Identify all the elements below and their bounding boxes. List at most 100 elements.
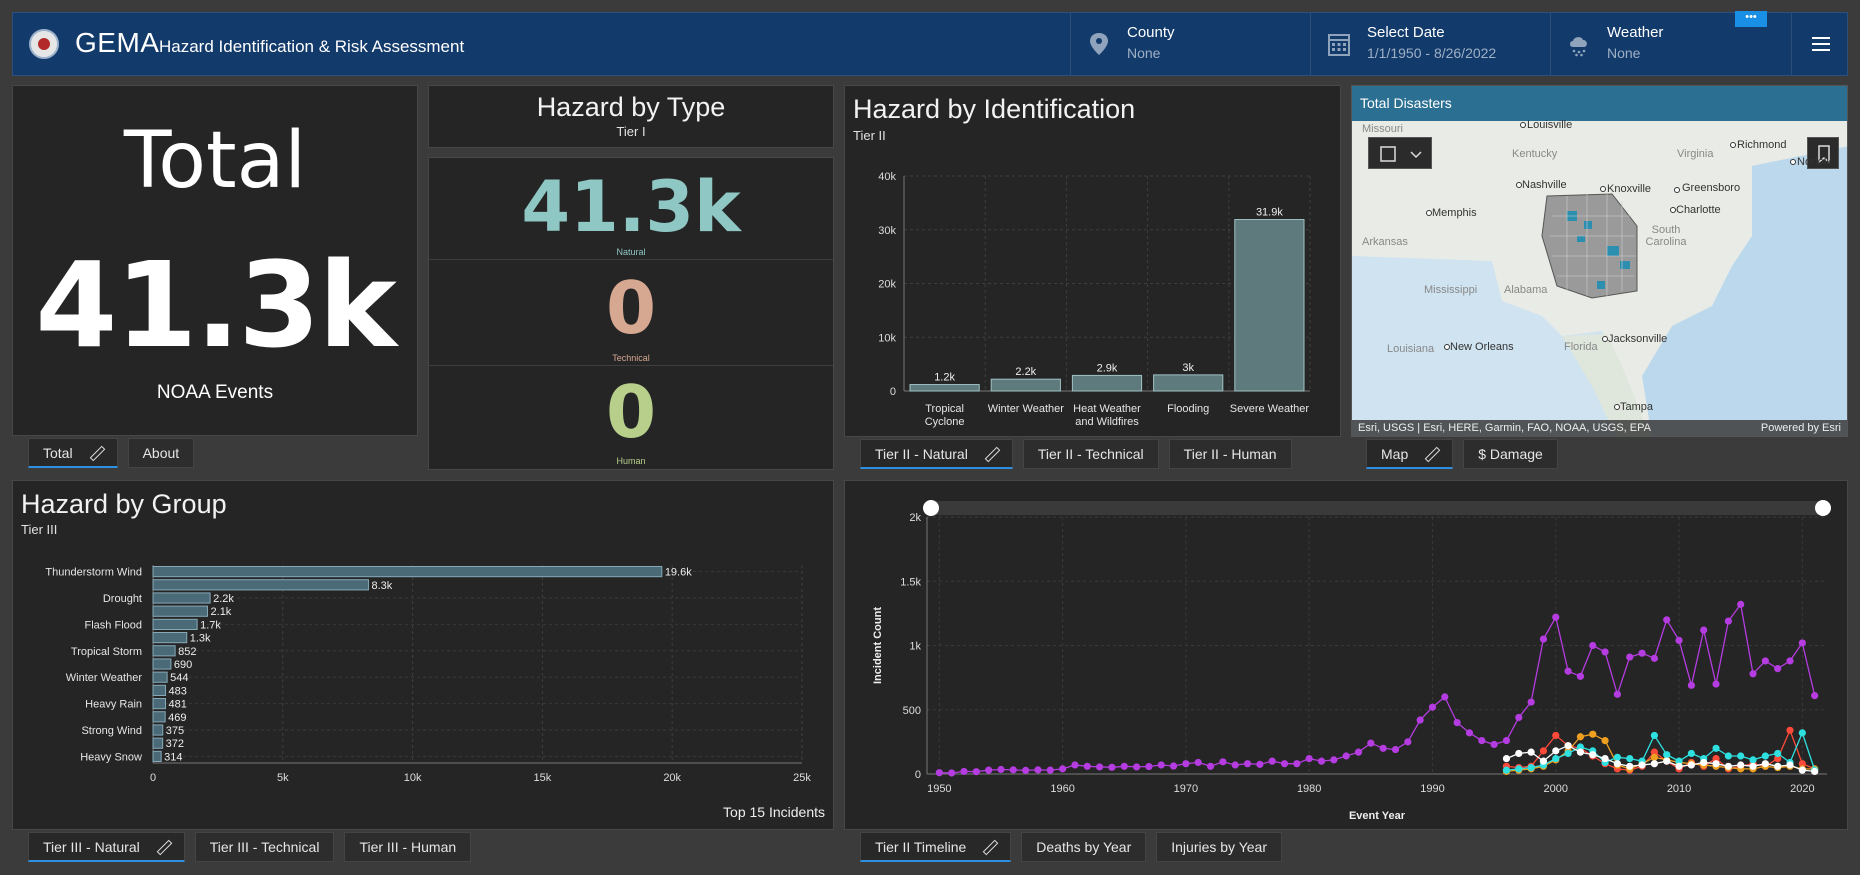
data-point [1169,762,1178,770]
category-label: Severe Weather [1230,403,1310,415]
category-label: Heavy Rain [85,699,142,711]
data-point [1737,761,1745,769]
data-point [1539,757,1548,765]
total-tabs: Total About [28,438,195,468]
x-tick-label: 10k [404,772,422,784]
date-selector[interactable]: Select Date 1/1/1950 - 8/26/2022 [1310,13,1550,75]
data-point [1527,698,1535,706]
data-point [1515,765,1523,773]
pencil-icon[interactable] [984,447,998,461]
tab-tier2-technical[interactable]: Tier II - Technical [1022,439,1159,469]
tab-about[interactable]: About [127,438,195,468]
data-point [1354,748,1363,756]
tab-tier2-human[interactable]: Tier II - Human [1168,439,1292,469]
group-footer: Top 15 Incidents [723,804,825,820]
map-layer-tool-button[interactable] [1368,137,1432,169]
data-point [1724,762,1732,770]
hazard-type-panel: 41.3k Natural 0 Technical 0 Human [428,157,834,470]
tab-deaths-by-year[interactable]: Deaths by Year [1021,832,1147,862]
pencil-icon[interactable] [89,446,103,460]
x-tick-label: 5k [277,772,289,784]
tab-tier2-timeline[interactable]: Tier II Timeline [860,832,1012,862]
county-value: None [1127,45,1161,61]
data-point [1515,713,1523,722]
city-marker [1614,404,1620,410]
data-point [1613,690,1622,698]
y-tick-label: 2k [909,512,921,524]
city-marker [1602,336,1608,342]
data-point [1798,729,1806,737]
hazard-identification-panel: Hazard by Identification Tier II 0 10k 20k… [844,85,1341,437]
city-marker [1674,187,1680,193]
map-place: Virginia [1677,148,1714,160]
data-point [1293,760,1301,768]
y-tick-label: 30k [878,225,896,237]
data-point [1145,762,1153,771]
bar-value-label: 19.6k [665,567,692,579]
x-tick-label: 1960 [1050,783,1074,795]
bar-value-label: 483 [169,685,187,697]
data-point [1034,766,1042,774]
tab-damage[interactable]: $ Damage [1463,439,1558,469]
tab-tier2-natural[interactable]: Tier II - Natural [860,439,1013,469]
data-point [1613,760,1622,768]
tab-tier3-human[interactable]: Tier III - Human [344,832,472,862]
tab-total[interactable]: Total [28,438,118,468]
data-point [1416,716,1424,724]
pencil-icon[interactable] [1424,447,1438,461]
y-tick-label: 10k [878,332,896,344]
data-point [1687,681,1695,689]
category-label: Winter Weather [66,672,143,684]
data-point [1724,617,1732,625]
county-selector[interactable]: County None [1070,13,1310,75]
tab-map[interactable]: Map [1366,439,1454,469]
bar-value-label: 1.7k [200,619,221,631]
data-point [1478,736,1486,745]
bar [152,566,663,578]
data-point [1663,751,1671,759]
more-options-button[interactable]: ••• [1735,11,1767,27]
tab-injuries-by-year[interactable]: Injuries by Year [1156,832,1282,862]
data-point [1502,736,1511,745]
data-point [1552,754,1560,763]
map-place: Memphis [1432,207,1477,219]
menu-icon-line [1812,43,1830,45]
data-point [1552,747,1560,755]
tab-tier3-technical[interactable]: Tier III - Technical [194,832,335,862]
data-point [1601,736,1609,745]
bar [152,711,166,723]
city-marker [1516,182,1522,188]
tab-tier3-natural[interactable]: Tier III - Natural [28,832,185,862]
data-point [1231,761,1239,769]
bar [152,750,162,762]
timeline-tabs: Tier II Timeline Deaths by Year Injuries… [860,832,1282,862]
group-bar-chart: 0 5k 10k 15k 20k 25k 19.6k Thunderstorm Wind 8.3… [45,565,811,784]
data-point [1108,763,1116,771]
technical-label: Technical [612,353,650,363]
powered-by-esri[interactable]: Powered by Esri [1761,420,1841,436]
bar-value-label: 852 [178,646,196,658]
map-place: South Carolina [1645,224,1687,248]
data-point [1194,758,1202,767]
data-point [1441,693,1449,701]
map-tabs: Map $ Damage [1366,439,1558,469]
hamburger-menu-button[interactable] [1791,13,1847,75]
total-disasters-map[interactable]: Total Disasters Missouri Louisville Kent… [1351,85,1848,437]
category-label: Flash Flood [85,619,142,631]
category-label: Heavy Snow [80,751,142,763]
data-point [1811,692,1819,700]
dashboard: GEMA Hazard Identification & Risk Assess… [0,0,1860,875]
data-point [1182,760,1190,768]
data-point [1663,616,1671,624]
total-caption: NOAA Events [156,382,274,403]
weather-value: None [1607,45,1641,61]
city-marker [1520,122,1526,128]
city-marker [1670,207,1676,213]
bar-value-label: 31.9k [1256,207,1283,219]
pencil-icon[interactable] [156,840,170,854]
data-point [1638,761,1646,769]
data-point [1675,636,1683,644]
pencil-icon[interactable] [982,840,996,854]
bar [152,724,164,736]
data-point [1120,762,1128,770]
